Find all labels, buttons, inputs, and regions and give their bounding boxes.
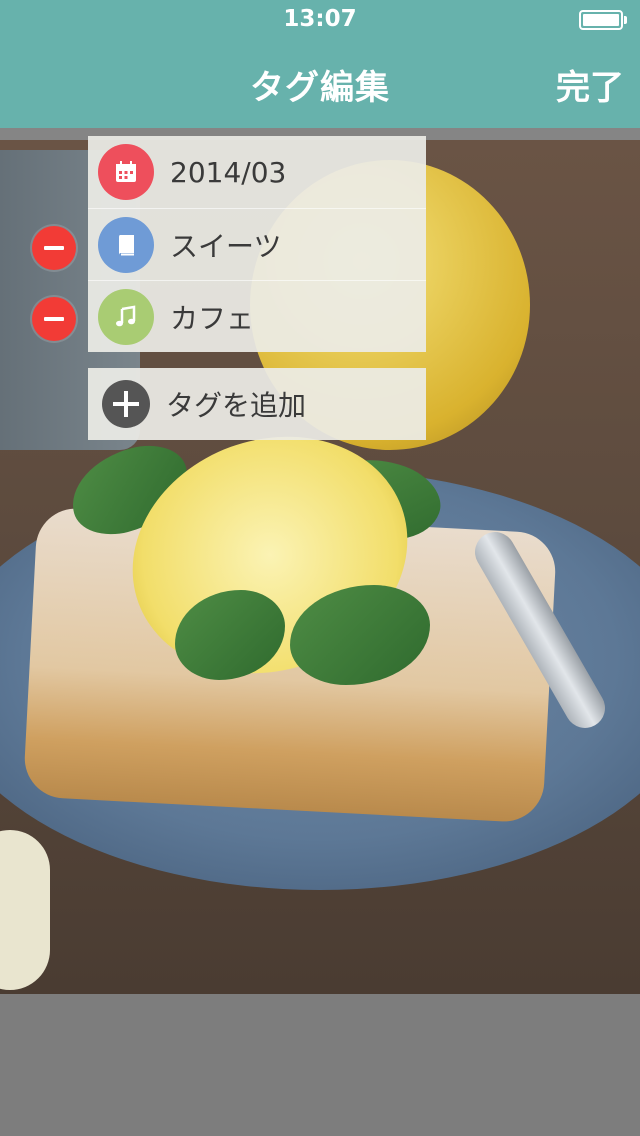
status-time: 13:07 [283,6,357,32]
done-button[interactable]: 完了 [556,60,624,109]
plus-icon [102,380,150,428]
tag-row-date[interactable]: 2014/03 [88,136,426,208]
page-title: タグ編集 [250,68,390,108]
tag-label: 2014/03 [170,155,287,189]
tag-row-cafe[interactable]: カフェ [88,280,426,352]
tag-row-sweets[interactable]: スイーツ [88,208,426,280]
music-note-icon [98,288,154,345]
bottom-area [0,994,640,1136]
add-tag-label: タグを追加 [166,389,307,422]
tag-label: カフェ [170,301,255,335]
add-tag-button[interactable]: タグを追加 [88,368,426,440]
delete-tag-button-cafe[interactable] [32,297,76,341]
calendar-icon [98,144,154,200]
navigation-bar: 13:07 タグ編集 完了 [0,0,640,128]
tag-label: スイーツ [170,229,282,263]
delete-tag-button-sweets[interactable] [32,226,76,270]
book-icon [98,216,154,273]
tag-list: 2014/03 スイーツ カフェ [88,136,426,352]
battery-icon [579,10,627,30]
